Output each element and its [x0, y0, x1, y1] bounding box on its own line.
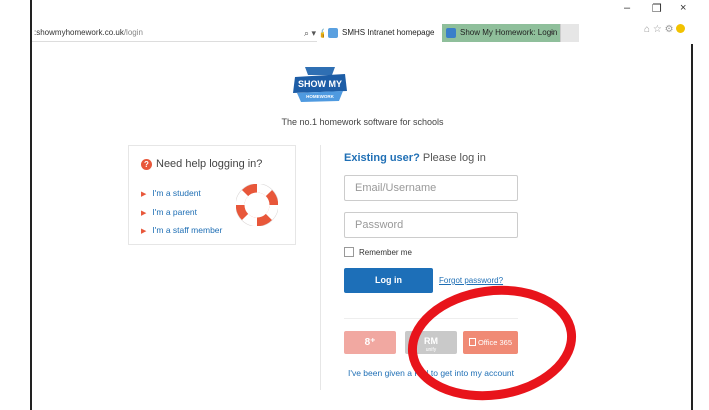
help-link-student[interactable]: ▶ I'm a student [141, 188, 201, 198]
tagline: The no.1 homework software for schools [281, 117, 444, 127]
show-my-homework-logo: SHOW MY HOMEWORK [293, 67, 347, 102]
remember-checkbox[interactable] [344, 247, 354, 257]
address-bar[interactable]: :showmyhomework.co.uk/login [32, 24, 317, 42]
help-title: ? Need help logging in? [141, 158, 262, 170]
column-divider [320, 145, 321, 390]
office-label: Office 365 [477, 338, 513, 347]
office365-login-button[interactable]: Office 365 [463, 331, 518, 354]
favorites-star-icon[interactable]: ☆ [653, 24, 662, 35]
minimize-icon[interactable]: – [624, 2, 630, 14]
logo-line1: SHOW MY [298, 79, 342, 89]
new-tab-button[interactable] [560, 24, 579, 42]
address-host: showmyhomework.co.uk [36, 28, 124, 37]
close-icon[interactable]: × [680, 2, 686, 14]
login-title-strong: Existing user? [344, 152, 420, 164]
login-button[interactable]: Log in [344, 268, 433, 293]
login-title-rest: Please log in [419, 152, 486, 164]
rm-unify-login-button[interactable]: RM unify [405, 331, 457, 354]
feedback-smiley-icon[interactable] [676, 24, 686, 33]
tab-label: SMHS Intranet homepage [342, 28, 435, 37]
rm-label: RM [424, 336, 438, 346]
question-icon: ? [141, 159, 152, 170]
forgot-password-link[interactable]: Forgot password? [439, 276, 503, 285]
browser-toolbar: :showmyhomework.co.uk/login ⌕ ▾ 🔒 C SMHS… [32, 0, 693, 44]
tab-smhw-login[interactable]: Show My Homework: Login × [442, 24, 560, 42]
help-link-parent[interactable]: ▶ I'm a parent [141, 207, 197, 217]
home-icon[interactable]: ⌂ [644, 24, 650, 35]
address-path: /login [123, 28, 143, 37]
window-frame-left [30, 0, 32, 410]
window-frame-right [691, 0, 693, 410]
remember-me[interactable]: Remember me [344, 247, 412, 257]
settings-gear-icon[interactable]: ⚙ [665, 24, 674, 35]
maximize-icon[interactable]: ❐ [652, 2, 662, 15]
email-field[interactable] [344, 175, 518, 201]
office-icon [468, 338, 476, 346]
google-login-button[interactable]: 8⁺ [344, 331, 396, 354]
tab-close-icon[interactable]: × [549, 24, 554, 42]
help-title-text: Need help logging in? [156, 158, 263, 170]
help-link-label: I'm a staff member [152, 225, 223, 235]
pin-login-link[interactable]: I've been given a PIN to get into my acc… [344, 368, 518, 379]
lifebuoy-icon [236, 184, 278, 226]
ie-page-icon [328, 28, 338, 38]
arrow-right-icon: ▶ [141, 228, 147, 235]
arrow-right-icon: ▶ [141, 191, 147, 198]
smhw-page-icon [446, 28, 456, 38]
tab-label: Show My Homework: Login [460, 28, 558, 37]
rm-sub-label: unify [425, 347, 437, 353]
remember-label: Remember me [359, 248, 412, 257]
help-link-staff[interactable]: ▶ I'm a staff member [141, 225, 222, 235]
help-box: ? Need help logging in? ▶ I'm a student ▶ I… [128, 145, 296, 245]
help-link-label: I'm a student [152, 188, 201, 198]
toolbar-icons: ⌂ ☆ ⚙ [644, 24, 686, 35]
tab-smhs-intranet[interactable]: SMHS Intranet homepage [324, 24, 442, 42]
login-title: Existing user? Please log in [344, 152, 486, 164]
arrow-right-icon: ▶ [141, 210, 147, 217]
logo-line2: HOMEWORK [306, 94, 334, 99]
password-field[interactable] [344, 212, 518, 238]
social-divider [344, 318, 518, 319]
help-link-label: I'm a parent [152, 207, 198, 217]
